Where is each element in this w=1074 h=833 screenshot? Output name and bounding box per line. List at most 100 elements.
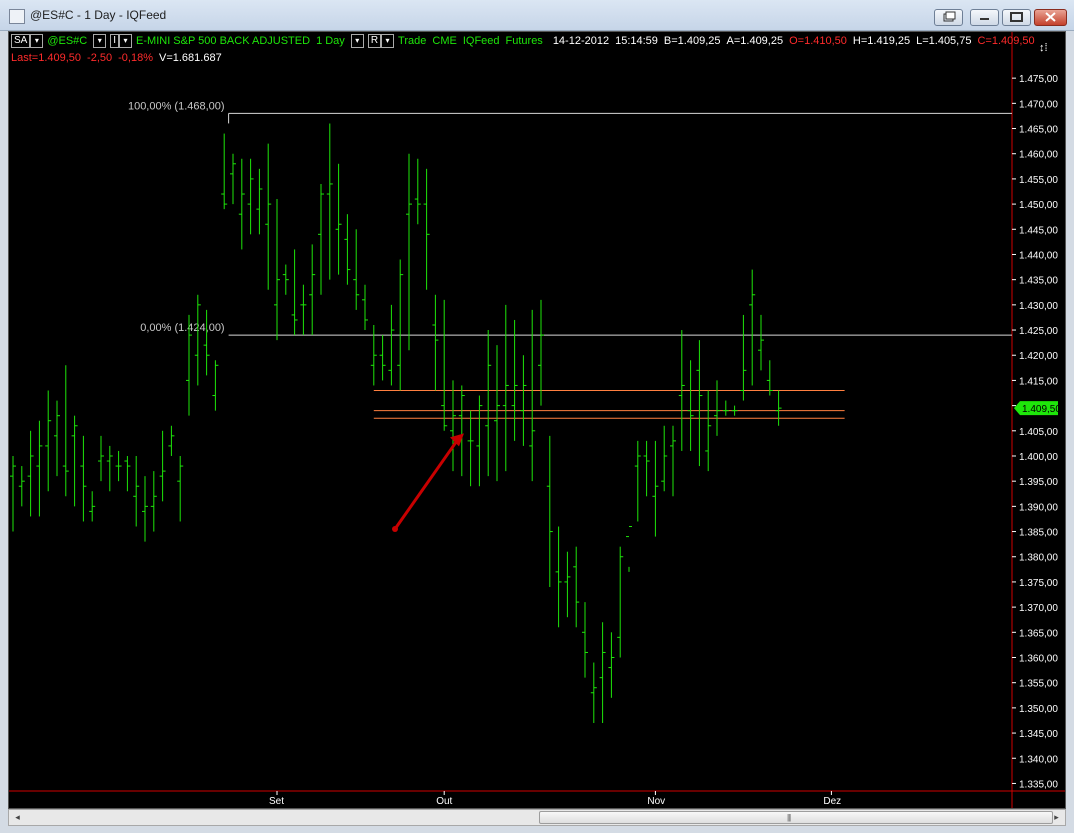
symbol-dropdown-icon[interactable]: ▾ — [93, 34, 107, 48]
ohlc-bar — [27, 430, 34, 517]
window-titlebar: @ES#C - 1 Day - IQFeed — [0, 0, 1074, 31]
header-line-1: SA ▾ @ES#C ▾ I ▾ E-MINI S&P 500 BACK ADJUS… — [11, 34, 1035, 48]
ohlc-bar — [775, 390, 782, 426]
ohlc-bar — [476, 395, 483, 487]
fib-level-label: 0,00% (1.424,00) — [140, 322, 224, 334]
scrollbar-thumb[interactable]: ||| — [539, 811, 1053, 824]
price-tick-label: 1.390,00 — [1019, 502, 1058, 513]
ohlc-bar — [221, 133, 228, 210]
instrument-dropdown-icon[interactable]: ▾ — [119, 34, 133, 48]
change-value: -2,50 — [87, 52, 113, 64]
ohlc-bar — [133, 455, 140, 527]
range-selector[interactable]: R — [367, 34, 382, 48]
ohlc-bar — [758, 314, 764, 371]
price-tick-label: 1.340,00 — [1019, 754, 1058, 765]
ohlc-bar — [300, 284, 307, 336]
price-tick-label: 1.450,00 — [1019, 200, 1058, 211]
price-tick-label: 1.360,00 — [1019, 653, 1058, 664]
close-button[interactable] — [1034, 9, 1067, 26]
maximize-button[interactable] — [1002, 9, 1031, 26]
ohlc-bar — [705, 390, 712, 472]
price-tick-label: 1.405,00 — [1019, 427, 1058, 438]
category-label: Futures — [505, 35, 543, 47]
ohlc-bar — [696, 340, 703, 467]
instrument-description: E-MINI S&P 500 BACK ADJUSTED — [136, 35, 311, 47]
ohlc-bar — [423, 168, 430, 290]
interval-dropdown-icon[interactable]: ▾ — [350, 34, 364, 48]
ohlc-bar — [45, 390, 52, 492]
price-tick-label: 1.385,00 — [1019, 528, 1058, 539]
ohlc-bar — [256, 168, 263, 235]
high-value: H=1.419,25 — [852, 35, 911, 47]
ohlc-bar — [309, 244, 316, 336]
ohlc-bar — [247, 158, 254, 235]
template-selector[interactable]: SA — [11, 34, 31, 48]
price-tick-label: 1.430,00 — [1019, 301, 1058, 312]
ohlc-bar — [511, 319, 518, 441]
template-dropdown-icon[interactable]: ▾ — [30, 34, 44, 48]
ohlc-bar — [10, 455, 16, 532]
ohlc-bar — [71, 415, 78, 507]
price-tick-label: 1.440,00 — [1019, 250, 1058, 261]
ohlc-bar — [212, 360, 219, 411]
ohlc-bar — [652, 440, 659, 537]
ohlc-bar — [494, 345, 500, 482]
ohlc-bar — [722, 400, 729, 416]
fib-level-label: 100,00% (1.468,00) — [128, 100, 225, 112]
ohlc-bar — [274, 199, 280, 341]
price-tick-label: 1.435,00 — [1019, 276, 1058, 287]
ohlc-bar — [670, 425, 676, 497]
minimize-button[interactable] — [970, 9, 999, 26]
ohlc-bar — [62, 365, 69, 497]
scroll-left-icon[interactable]: ◂ — [10, 811, 25, 824]
ohlc-bar — [546, 435, 553, 587]
ohlc-bar — [555, 526, 562, 628]
ohlc-bar — [203, 309, 210, 376]
instrument-selector[interactable]: I — [110, 34, 120, 48]
ohlc-bar — [318, 183, 324, 295]
restore-layout-icon[interactable] — [934, 9, 963, 26]
ohlc-bar — [731, 405, 738, 416]
price-tick-label: 1.420,00 — [1019, 351, 1058, 362]
app-icon — [9, 9, 25, 24]
price-tick-label: 1.470,00 — [1019, 99, 1058, 110]
ohlc-bar — [168, 425, 175, 456]
exchange-label: CME — [432, 35, 457, 47]
price-tick-label: 1.380,00 — [1019, 553, 1058, 564]
grip-icon: ||| — [787, 813, 791, 822]
ohlc-bar — [230, 153, 236, 205]
price-tick-label: 1.355,00 — [1019, 679, 1058, 690]
open-value: O=1.410,50 — [789, 35, 847, 47]
price-chart[interactable]: 100,00% (1.468,00) 0,00% (1.424,00) 1.475… — [9, 32, 1065, 808]
axis-scale-icon[interactable]: ↕⁞ — [1039, 42, 1048, 54]
ohlc-bar — [177, 455, 184, 522]
chart-window[interactable]: 100,00% (1.468,00) 0,00% (1.424,00) 1.475… — [8, 31, 1066, 809]
ohlc-bar — [397, 259, 404, 391]
ohlc-bar — [414, 158, 421, 225]
data-type-label: Trade — [398, 35, 427, 47]
price-tick-label: 1.460,00 — [1019, 150, 1058, 161]
ohlc-bar — [590, 662, 597, 723]
ohlc-bar — [388, 304, 395, 386]
price-tick-label: 1.370,00 — [1019, 603, 1058, 614]
arrow-annotation-tail — [392, 526, 398, 533]
ohlc-bar — [115, 450, 122, 482]
ohlc-bar — [150, 471, 157, 532]
price-tick-label: 1.335,00 — [1019, 779, 1058, 790]
ohlc-bar — [564, 551, 571, 618]
time-tick-label-out: Out — [436, 796, 452, 807]
scroll-right-icon[interactable]: ▸ — [1049, 811, 1064, 824]
ohlc-bar — [714, 380, 720, 436]
horizontal-scrollbar[interactable]: ◂ ||| ▸ — [8, 809, 1066, 826]
last-price-label: 1.409,50 — [1022, 404, 1061, 415]
feed-label: IQFeed — [462, 35, 500, 47]
ohlc-bar — [740, 314, 747, 401]
ohlc-bar — [18, 466, 25, 507]
ohlc-bar — [643, 440, 650, 497]
ohlc-bar — [335, 163, 342, 275]
ohlc-bar — [54, 400, 60, 477]
ohlc-bar — [467, 410, 474, 487]
range-dropdown-icon[interactable]: ▾ — [381, 34, 395, 48]
time-tick-label-dez: Dez — [823, 796, 841, 807]
ohlc-bar — [291, 249, 298, 336]
